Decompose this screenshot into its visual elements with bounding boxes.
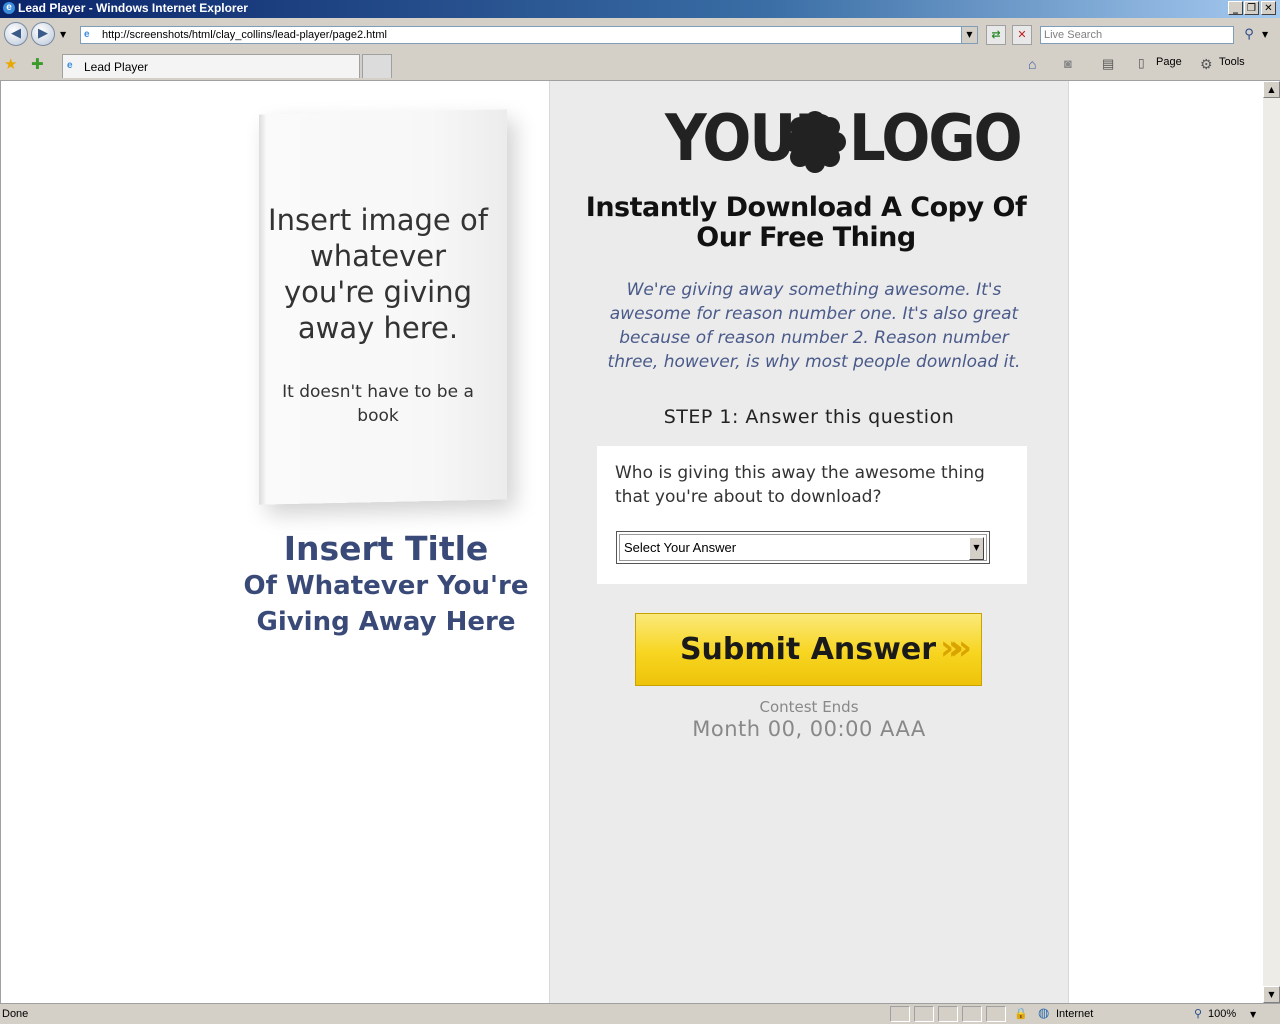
- page-menu-icon: ▯: [1138, 56, 1145, 70]
- contest-ends-date: Month 00, 00:00 AAA: [692, 717, 926, 741]
- stop-icon[interactable]: ✕: [1012, 25, 1032, 45]
- page-content: Insert image of whatever you're giving a…: [0, 81, 1263, 1003]
- page-icon: e: [84, 29, 90, 40]
- close-window-button[interactable]: ✕: [1261, 1, 1276, 15]
- protected-mode-icon[interactable]: 🔒: [1014, 1007, 1028, 1020]
- question-text: Who is giving this away the awesome thin…: [615, 463, 985, 507]
- status-cell: [986, 1006, 1006, 1022]
- answer-select-inner: Select Your Answer ▼: [619, 534, 987, 561]
- globe-icon: ◍: [1038, 1006, 1050, 1021]
- book-placeholder-subtext: It doesn't have to be a book: [282, 382, 474, 426]
- search-options-icon[interactable]: ▼: [1262, 30, 1268, 39]
- tab-label: Lead Player: [84, 60, 149, 74]
- logo-flower-icon: [784, 111, 846, 173]
- address-url: http://screenshots/html/clay_collins/lea…: [102, 29, 387, 41]
- status-text: Done: [2, 1008, 29, 1020]
- back-button-icon[interactable]: ◀: [4, 22, 28, 46]
- status-cell: [962, 1006, 982, 1022]
- history-dropdown-icon[interactable]: ▼: [60, 30, 66, 39]
- refresh-icon[interactable]: ⇄: [986, 25, 1006, 45]
- status-cell: [914, 1006, 934, 1022]
- submit-answer-label: Submit Answer: [679, 632, 936, 667]
- answer-select-value: Select Your Answer: [624, 540, 737, 555]
- tab-lead-player[interactable]: e Lead Player: [62, 54, 360, 78]
- address-bar[interactable]: e http://screenshots/html/clay_collins/l…: [80, 26, 978, 44]
- chevron-down-icon[interactable]: ▼: [969, 537, 984, 560]
- search-input[interactable]: Live Search: [1040, 26, 1234, 44]
- logo-text-right: LOGO: [849, 102, 1023, 176]
- ie-logo-icon: e: [3, 2, 15, 14]
- logo: YOUR LOGO: [665, 107, 1023, 173]
- description: We're giving away something awesome. It'…: [607, 280, 1021, 372]
- status-bar: Done 🔒 ◍ Internet ⚲ 100% ▼: [0, 1003, 1280, 1024]
- step-label: STEP 1: Answer this question: [663, 406, 955, 428]
- status-cell: [938, 1006, 958, 1022]
- scroll-down-icon[interactable]: ▼: [1263, 986, 1280, 1003]
- forward-button-icon[interactable]: ▶: [31, 22, 55, 46]
- offer-subtitle: Of Whatever You're Giving Away Here: [243, 571, 529, 637]
- status-cell: [890, 1006, 910, 1022]
- offer-title: Insert Title: [283, 529, 489, 568]
- window-title-bar: e Lead Player - Windows Internet Explore…: [0, 0, 1280, 18]
- page-menu[interactable]: Page: [1156, 56, 1182, 68]
- security-zone: Internet: [1056, 1008, 1094, 1020]
- tools-menu[interactable]: Tools: [1219, 56, 1245, 68]
- zoom-icon: ⚲: [1194, 1007, 1203, 1020]
- scroll-up-icon[interactable]: ▲: [1263, 81, 1280, 98]
- submit-answer-button[interactable]: Submit Answer »»: [635, 613, 982, 686]
- answer-select[interactable]: Select Your Answer ▼: [616, 531, 990, 564]
- minimize-button[interactable]: _: [1228, 1, 1243, 15]
- question-box: Who is giving this away the awesome thin…: [597, 446, 1027, 584]
- double-chevron-right-icon: »»: [940, 628, 972, 668]
- vertical-scrollbar[interactable]: ▲ ▼: [1263, 81, 1280, 1003]
- favorites-star-icon[interactable]: ★: [4, 55, 17, 73]
- address-dropdown-icon[interactable]: ▼: [961, 27, 977, 43]
- print-icon[interactable]: ▤: [1102, 56, 1114, 72]
- restore-button[interactable]: ❐: [1244, 1, 1259, 15]
- headline: Instantly Download A Copy Of Our Free Th…: [585, 192, 1027, 253]
- new-tab-button[interactable]: [362, 54, 392, 78]
- book-placeholder-text: Insert image of whatever you're giving a…: [268, 203, 488, 345]
- zoom-dropdown-icon[interactable]: ▼: [1250, 1010, 1256, 1019]
- search-icon[interactable]: ⚲: [1238, 25, 1260, 45]
- feeds-icon[interactable]: ◙: [1064, 56, 1072, 71]
- add-favorite-icon[interactable]: ✚: [31, 55, 44, 73]
- zoom-level[interactable]: 100%: [1208, 1008, 1236, 1020]
- window-title: Lead Player - Windows Internet Explorer: [18, 1, 248, 15]
- home-icon[interactable]: ⌂: [1028, 56, 1036, 72]
- contest-ends-label: Contest Ends: [759, 698, 859, 716]
- tab-page-icon: e: [67, 60, 73, 71]
- gear-icon: ⚙: [1200, 56, 1213, 72]
